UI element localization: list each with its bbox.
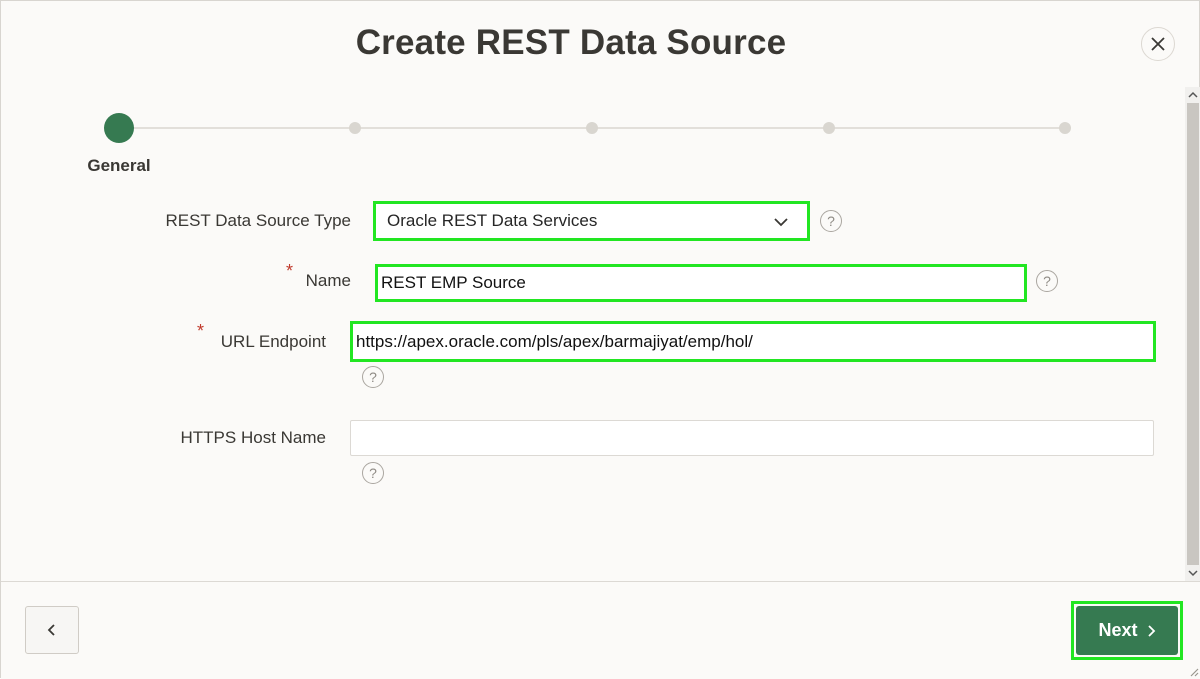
close-icon <box>1151 37 1165 51</box>
https-host-input[interactable] <box>350 420 1154 456</box>
source-type-help-icon[interactable]: ? <box>820 210 842 232</box>
name-input[interactable]: REST EMP Source <box>375 264 1027 302</box>
chevron-left-icon <box>47 624 55 636</box>
vertical-scrollbar[interactable] <box>1185 87 1200 581</box>
url-endpoint-input-value: https://apex.oracle.com/pls/apex/barmaji… <box>356 331 753 351</box>
source-type-label: REST Data Source Type <box>165 211 351 230</box>
dialog-title: Create REST Data Source <box>355 23 787 62</box>
https-host-label: HTTPS Host Name <box>180 428 326 447</box>
resize-grip-icon[interactable] <box>1187 665 1199 677</box>
wizard-step-4-marker <box>823 122 835 134</box>
scroll-down-arrow-icon[interactable] <box>1185 565 1200 581</box>
next-button-label: Next <box>1098 620 1138 640</box>
name-input-value: REST EMP Source <box>381 273 526 292</box>
wizard-step-5-marker <box>1059 122 1071 134</box>
next-button[interactable]: Next <box>1076 606 1178 655</box>
name-label: Name <box>305 271 351 290</box>
wizard-step-general-marker <box>104 113 134 143</box>
previous-button[interactable] <box>25 606 79 654</box>
scroll-up-arrow-icon[interactable] <box>1185 87 1200 103</box>
url-endpoint-help-icon[interactable]: ? <box>362 366 384 388</box>
chevron-down-icon <box>774 218 788 227</box>
source-type-select[interactable]: Oracle REST Data Services <box>373 201 810 241</box>
wizard-step-2-marker <box>349 122 361 134</box>
name-help-icon[interactable]: ? <box>1036 270 1058 292</box>
wizard-step-3-marker <box>586 122 598 134</box>
scrollbar-thumb[interactable] <box>1187 103 1199 565</box>
source-type-value: Oracle REST Data Services <box>387 211 598 230</box>
next-button-highlight: Next <box>1071 601 1183 660</box>
https-host-help-icon[interactable]: ? <box>362 462 384 484</box>
create-rest-data-source-dialog: Create REST Data Source General REST Dat… <box>0 0 1200 679</box>
wizard-step-label-general: General <box>87 156 151 175</box>
url-endpoint-input[interactable]: https://apex.oracle.com/pls/apex/barmaji… <box>350 321 1156 362</box>
url-endpoint-label: URL Endpoint <box>220 332 326 351</box>
chevron-right-icon <box>1147 624 1155 637</box>
close-button[interactable] <box>1141 27 1175 61</box>
dialog-footer: Next <box>1 581 1200 679</box>
